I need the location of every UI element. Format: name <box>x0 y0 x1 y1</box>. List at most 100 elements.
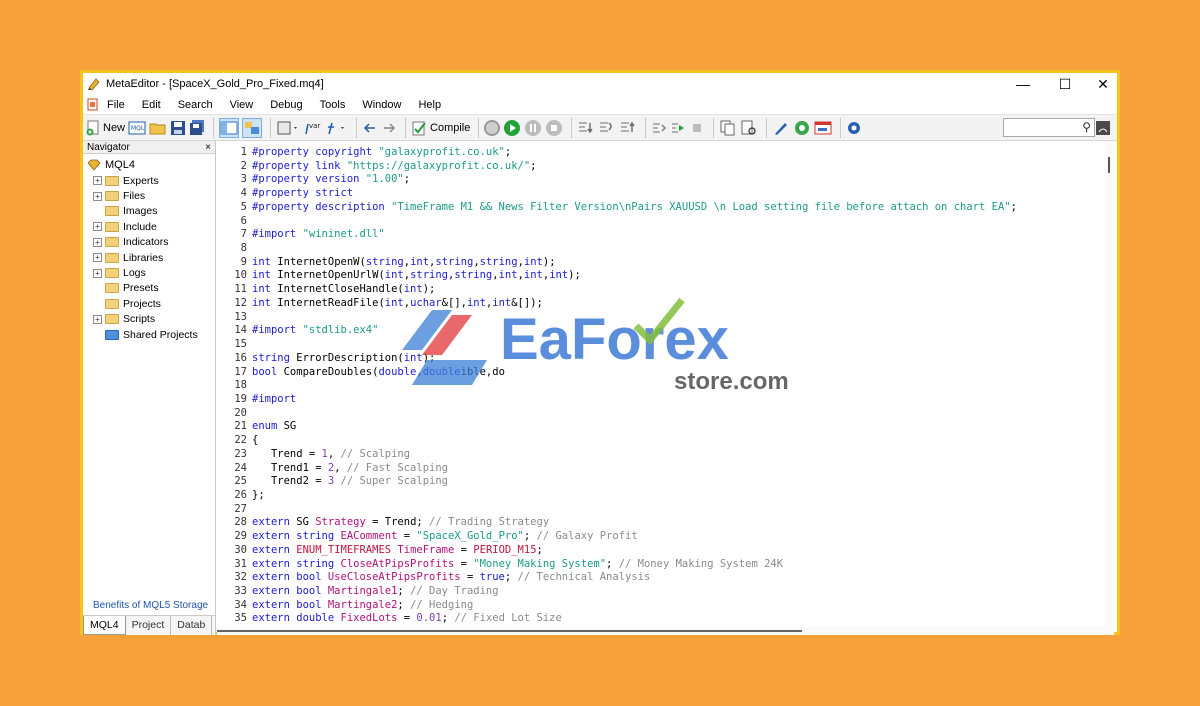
toggle-breakpoint-button[interactable] <box>651 118 667 138</box>
close-button[interactable]: ✕ <box>1083 73 1123 95</box>
code-token: ; <box>1010 200 1017 213</box>
watermark-domain: store.com <box>674 368 789 395</box>
tree-item-label: Experts <box>123 174 159 187</box>
toolbar-separator <box>713 117 715 138</box>
step-into-button[interactable] <box>577 118 595 138</box>
tree-item-projects[interactable]: +Projects <box>83 296 215 311</box>
navigator-tree: MQL4 + Experts+Files+Images+Include+Indic… <box>83 154 215 342</box>
horizontal-scrollbar[interactable] <box>217 627 1114 635</box>
tree-item-images[interactable]: +Images <box>83 204 215 219</box>
menu-help[interactable]: Help <box>418 99 441 111</box>
vertical-scroll-thumb[interactable] <box>1108 157 1110 173</box>
tree-root-mql4[interactable]: MQL4 <box>83 156 215 173</box>
code-line: 1 #property copyright "galaxyprofit.co.uk… <box>217 145 512 159</box>
code-line: 33 extern bool Martingale1; // Day Tradin… <box>217 584 498 598</box>
menu-search[interactable]: Search <box>178 99 213 111</box>
paste-button[interactable] <box>740 118 758 138</box>
search-input[interactable]: ⚲ <box>1003 118 1095 137</box>
expand-icon[interactable]: + <box>93 253 102 263</box>
tree-item-shared-projects[interactable]: +Shared Projects <box>83 327 215 342</box>
step-out-button[interactable] <box>619 118 637 138</box>
menu-debug[interactable]: Debug <box>270 99 302 111</box>
save-all-button[interactable] <box>189 118 205 138</box>
tree-item-libraries[interactable]: + Libraries <box>83 250 215 265</box>
svg-text:MQL: MQL <box>131 125 145 132</box>
document-icon[interactable] <box>87 98 99 111</box>
menu-tools[interactable]: Tools <box>320 99 346 111</box>
mql5-login-button[interactable] <box>1095 118 1111 138</box>
tree-item-presets[interactable]: +Presets <box>83 281 215 296</box>
insert-function-dropdown[interactable] <box>326 118 348 138</box>
mql5-storage-link[interactable]: Benefits of MQL5 Storage <box>93 600 208 611</box>
tab-database[interactable]: Datab <box>171 616 213 635</box>
expand-icon[interactable]: + <box>93 268 102 278</box>
styler-dropdown[interactable] <box>276 118 300 138</box>
open-button[interactable] <box>149 118 167 138</box>
menu-window[interactable]: Window <box>362 99 401 111</box>
tree-item-indicators[interactable]: + Indicators <box>83 235 215 250</box>
code-line: 4 #property strict <box>217 186 353 200</box>
menu-view[interactable]: View <box>230 99 254 111</box>
menu-file[interactable]: File <box>107 99 125 111</box>
expand-icon[interactable]: + <box>93 222 102 232</box>
tree-root-label: MQL4 <box>105 158 135 171</box>
tree-item-include[interactable]: + Include <box>83 219 215 234</box>
pen-icon <box>775 122 788 135</box>
save-button[interactable] <box>170 118 186 138</box>
mql5-community-button[interactable] <box>793 118 811 138</box>
expand-icon[interactable]: + <box>93 191 102 201</box>
copy-button[interactable] <box>719 118 737 138</box>
expand-icon[interactable]: + <box>93 314 102 324</box>
toolbar-separator <box>766 117 768 138</box>
remove-breakpoints-button[interactable] <box>689 118 705 138</box>
options-button[interactable] <box>846 118 862 138</box>
maximize-button[interactable]: ☐ <box>1045 73 1085 95</box>
code-token: // Hedging <box>410 598 474 611</box>
expand-icon[interactable]: + <box>93 237 102 247</box>
line-number: 25 <box>234 475 247 488</box>
line-number: 3 <box>240 173 247 186</box>
tree-item-logs[interactable]: + Logs <box>83 265 215 280</box>
stop-debug-button[interactable] <box>545 118 563 138</box>
folder-icon <box>105 191 119 202</box>
toolbox-toggle-button[interactable] <box>242 117 263 138</box>
watermark-logo: EaForex store.com <box>392 297 812 400</box>
market-button[interactable] <box>814 118 832 138</box>
run-to-cursor-button[interactable] <box>670 118 686 138</box>
debug-history-button[interactable] <box>484 118 501 138</box>
navigator-tabs: MQL4 Project Datab <box>83 615 215 635</box>
code-token: string <box>479 255 518 268</box>
vertical-scrollbar[interactable] <box>1105 141 1114 635</box>
code-token: #property description <box>252 200 392 213</box>
code-line: 23 Trend = 1, // Scalping <box>217 447 410 461</box>
code-line: 31 extern string CloseAtPipsProfits = "Mo… <box>217 557 783 571</box>
tab-project[interactable]: Project <box>126 616 172 635</box>
open-mql5-button[interactable]: MQL <box>128 118 146 138</box>
navigator-toggle-button[interactable] <box>219 117 240 138</box>
search-icon[interactable]: ⚲ <box>1082 120 1091 134</box>
toolbar-separator <box>840 117 842 138</box>
start-debug-button[interactable] <box>503 118 521 138</box>
tree-item-experts[interactable]: + Experts <box>83 173 215 188</box>
step-over-button[interactable] <box>598 118 616 138</box>
compile-button[interactable]: Compile <box>411 118 470 138</box>
pause-debug-button[interactable] <box>524 118 542 138</box>
breakpoint-icon <box>653 122 667 133</box>
forward-button[interactable] <box>381 118 397 138</box>
tree-item-scripts[interactable]: + Scripts <box>83 312 215 327</box>
code-token: extern bool <box>252 585 328 598</box>
styler-button[interactable] <box>772 118 790 138</box>
code-token: ; <box>606 557 619 570</box>
minimize-button[interactable]: — <box>1003 73 1043 95</box>
menu-edit[interactable]: Edit <box>142 99 161 111</box>
mql-open-icon: MQL <box>128 121 146 134</box>
insert-var-button[interactable]: var <box>303 118 323 138</box>
tab-mql4[interactable]: MQL4 <box>83 616 126 635</box>
code-token: // Fast Scalping <box>346 461 448 474</box>
horizontal-scroll-thumb[interactable] <box>217 630 802 632</box>
tree-item-files[interactable]: + Files <box>83 188 215 203</box>
navigator-close-icon[interactable]: × <box>205 141 211 153</box>
expand-icon[interactable]: + <box>93 176 102 186</box>
new-button[interactable]: New <box>86 118 125 138</box>
back-button[interactable] <box>362 118 378 138</box>
